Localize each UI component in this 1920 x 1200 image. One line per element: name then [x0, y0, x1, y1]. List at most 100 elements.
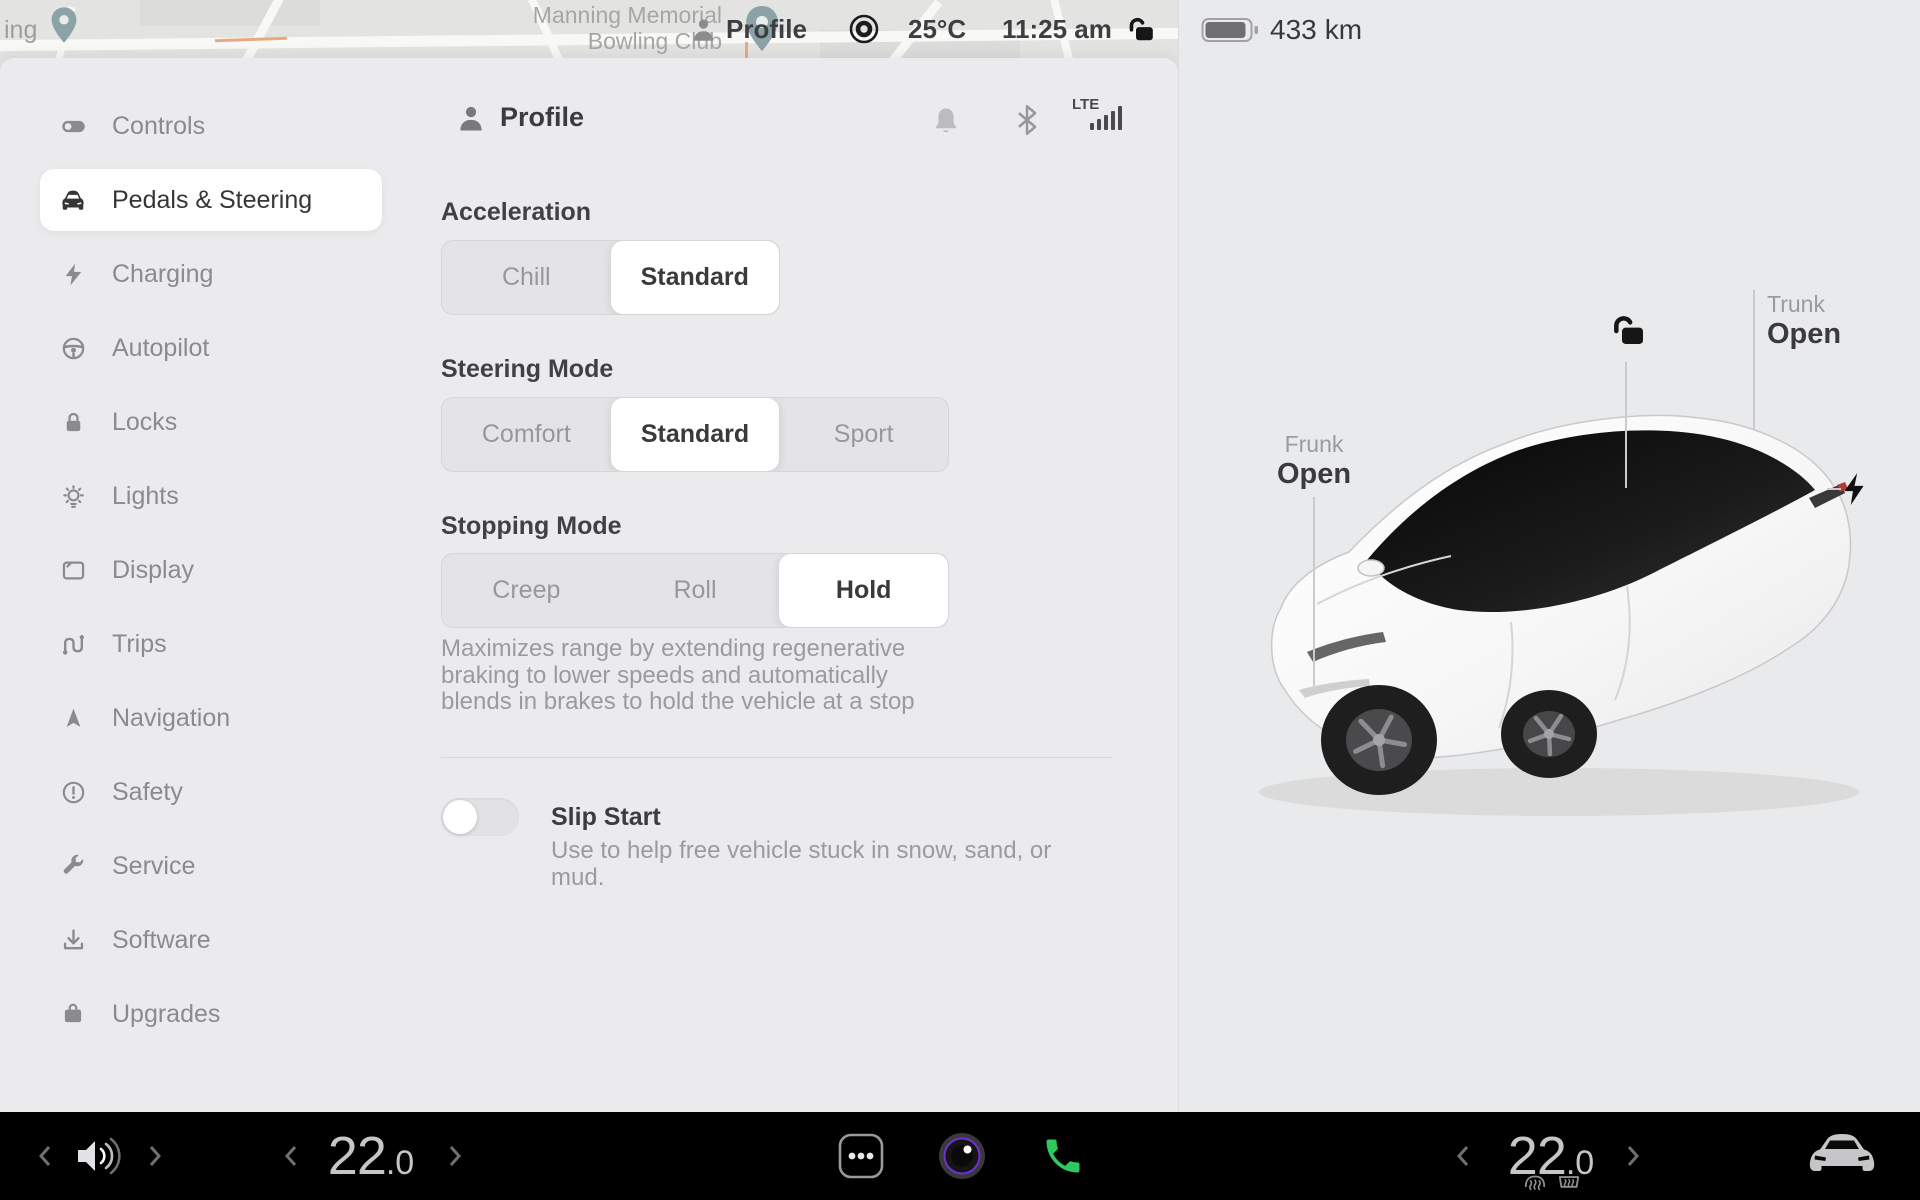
settings-sidebar: Controls Pedals & Steering Charging Auto… — [40, 95, 382, 1057]
steering-option-sport[interactable]: Sport — [779, 398, 948, 471]
sidebar-item-controls[interactable]: Controls — [40, 95, 382, 157]
sidebar-item-display[interactable]: Display — [40, 539, 382, 601]
sidebar-item-label: Trips — [112, 629, 167, 658]
cabin-camera-button[interactable] — [936, 1112, 988, 1200]
sidebar-item-locks[interactable]: Locks — [40, 391, 382, 453]
slip-start-description: Use to help free vehicle stuck in snow, … — [551, 837, 1052, 891]
trunk-label: Trunk — [1767, 291, 1825, 317]
alert-circle-icon — [59, 778, 87, 806]
sidebar-item-service[interactable]: Service — [40, 835, 382, 897]
stopping-option-creep[interactable]: Creep — [442, 554, 611, 627]
passenger-temp-down-button[interactable] — [1448, 1112, 1478, 1200]
lock-indicator-line — [1625, 362, 1627, 488]
lock-status-button[interactable] — [1124, 0, 1156, 58]
tesla-infotainment-screen: ing Manning Memorial Bowling Club Profil… — [0, 0, 1920, 1200]
stopping-option-hold[interactable]: Hold — [779, 554, 948, 627]
chevron-right-icon — [449, 1146, 462, 1166]
person-icon — [693, 18, 714, 41]
map-street-label: ing — [4, 16, 38, 44]
settings-panel: Controls Pedals & Steering Charging Auto… — [0, 58, 1178, 1112]
sidebar-item-software[interactable]: Software — [40, 909, 382, 971]
sidebar-item-upgrades[interactable]: Upgrades — [40, 983, 382, 1045]
steering-segmented-control: Comfort Standard Sport — [441, 397, 949, 472]
temperature-status-button[interactable]: 25°C — [908, 0, 966, 58]
steering-section-label: Steering Mode — [441, 355, 614, 383]
acceleration-section-label: Acceleration — [441, 198, 592, 226]
map-block — [140, 0, 320, 26]
wrench-icon — [59, 852, 87, 880]
panel-title: Profile — [456, 102, 584, 133]
profile-status-button[interactable]: Profile — [690, 0, 807, 58]
driver-temperature-value: 22.0 — [327, 1126, 415, 1186]
driver-temp-down-button[interactable] — [276, 1112, 306, 1200]
download-icon — [59, 926, 87, 954]
acceleration-option-standard[interactable]: Standard — [610, 241, 779, 314]
vehicle-status-panel: 433 km Frunk Open Trunk Open — [1178, 0, 1920, 1112]
steering-option-standard[interactable]: Standard — [610, 398, 780, 471]
bolt-icon — [59, 260, 87, 288]
sidebar-item-label: Autopilot — [112, 333, 210, 362]
sidebar-item-label: Pedals & Steering — [112, 185, 313, 214]
app-launcher-button[interactable] — [836, 1112, 886, 1200]
time-label: 11:25 am — [1002, 13, 1112, 44]
driver-temp-up-button[interactable] — [440, 1112, 470, 1200]
trunk-state: Open — [1767, 318, 1842, 350]
charge-port-bolt-icon[interactable] — [1841, 472, 1867, 506]
stopping-mode-description: Maximizes range by extending regenerativ… — [441, 635, 915, 715]
phone-button[interactable] — [1038, 1112, 1088, 1200]
record-indicator-button[interactable] — [848, 0, 880, 58]
display-icon — [59, 556, 87, 584]
sidebar-item-label: Locks — [112, 407, 178, 436]
bluetooth-icon[interactable] — [1012, 102, 1042, 138]
frunk-label: Frunk — [1284, 431, 1344, 457]
climate-car-button[interactable] — [1802, 1112, 1882, 1200]
sidebar-item-trips[interactable]: Trips — [40, 613, 382, 675]
signal-strength-icon — [1090, 106, 1122, 130]
volume-up-button[interactable] — [140, 1112, 170, 1200]
driver-temperature-button[interactable]: 22.0 — [316, 1112, 426, 1200]
trunk-open-button[interactable]: Trunk Open — [1767, 290, 1841, 350]
clock: 11:25 am — [1002, 0, 1112, 58]
defrost-indicators — [1522, 1170, 1582, 1196]
front-defrost-icon[interactable] — [1522, 1170, 1548, 1196]
frunk-open-button[interactable]: Frunk Open — [1234, 430, 1394, 490]
sidebar-item-label: Display — [112, 555, 194, 584]
map-pin-icon — [51, 7, 77, 43]
stopping-section-label: Stopping Mode — [441, 512, 622, 540]
section-divider — [441, 757, 1112, 758]
vehicle-unlocked-icon[interactable] — [1607, 310, 1647, 350]
sidebar-item-navigation[interactable]: Navigation — [40, 687, 382, 749]
sidebar-item-autopilot[interactable]: Autopilot — [40, 317, 382, 379]
toggle-icon — [59, 112, 87, 140]
sidebar-item-charging[interactable]: Charging — [40, 243, 382, 305]
app-launcher-icon — [838, 1133, 884, 1179]
sidebar-item-label: Navigation — [112, 703, 231, 732]
outside-temperature: 25°C — [908, 13, 967, 44]
chevron-left-icon — [1456, 1146, 1469, 1166]
rear-defrost-icon[interactable] — [1556, 1170, 1582, 1196]
battery-range-button[interactable]: 433 km — [1201, 14, 1362, 46]
chevron-left-icon — [38, 1146, 51, 1166]
stopping-segmented-control: Creep Roll Hold — [441, 553, 949, 628]
sidebar-item-label: Charging — [112, 259, 214, 288]
slip-start-label: Slip Start — [551, 803, 661, 831]
stopping-option-roll[interactable]: Roll — [611, 554, 780, 627]
steering-option-comfort[interactable]: Comfort — [442, 398, 611, 471]
slip-start-toggle[interactable] — [441, 798, 519, 836]
sidebar-item-safety[interactable]: Safety — [40, 761, 382, 823]
sidebar-item-pedals-steering[interactable]: Pedals & Steering — [40, 169, 382, 231]
speaker-icon — [78, 1137, 121, 1175]
acceleration-option-chill[interactable]: Chill — [442, 241, 611, 314]
phone-icon — [1046, 1139, 1080, 1173]
profile-status-label: Profile — [726, 13, 807, 44]
map-poi-label: Manning Memorial Bowling Club — [532, 2, 722, 54]
frunk-indicator-line — [1313, 497, 1315, 686]
volume-down-button[interactable] — [30, 1112, 60, 1200]
person-icon — [460, 106, 482, 130]
bag-icon — [59, 1000, 87, 1028]
sidebar-item-lights[interactable]: Lights — [40, 465, 382, 527]
notification-bell-icon[interactable] — [930, 104, 962, 138]
chevron-left-icon — [284, 1146, 297, 1166]
volume-button[interactable] — [72, 1112, 126, 1200]
passenger-temp-up-button[interactable] — [1618, 1112, 1648, 1200]
